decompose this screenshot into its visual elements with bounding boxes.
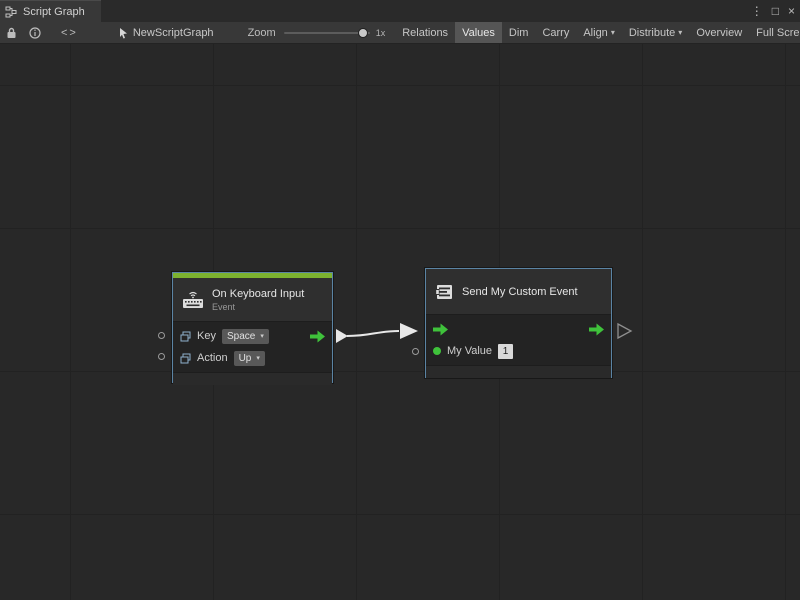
- maximize-icon[interactable]: □: [772, 0, 779, 22]
- tab-script-graph[interactable]: Script Graph: [0, 0, 101, 22]
- key-port-row: Key Space ▾: [173, 325, 332, 347]
- graph-pointer-icon: [118, 27, 129, 39]
- menu-icon[interactable]: ⋮: [751, 0, 763, 22]
- node-body: Key Space ▾: [173, 322, 332, 372]
- caret-down-icon: ▾: [678, 28, 682, 37]
- code-icon[interactable]: <>: [55, 22, 84, 44]
- caret-down-icon: ▾: [256, 354, 260, 362]
- tab-title: Script Graph: [23, 6, 85, 18]
- graph-canvas[interactable]: On Keyboard Input Event Key Space ▾: [0, 44, 800, 600]
- graph-toolbar: <> NewScriptGraph Zoom 1x Relations Valu…: [0, 22, 800, 44]
- flow-port-row: [426, 318, 611, 340]
- flow-input-port[interactable]: [433, 323, 448, 336]
- relations-button[interactable]: Relations: [395, 22, 455, 44]
- value-input-port[interactable]: [433, 347, 441, 355]
- key-port-label: Key: [197, 330, 216, 342]
- window-controls: ⋮ □ ×: [751, 0, 795, 22]
- key-dropdown[interactable]: Space ▾: [222, 329, 269, 344]
- flow-output-port[interactable]: [310, 330, 325, 343]
- zoom-label: Zoom: [248, 27, 276, 39]
- my-value-label: My Value: [447, 345, 492, 357]
- fullscreen-button[interactable]: Full Screen: [749, 22, 800, 44]
- node-body: My Value 1: [426, 315, 611, 365]
- script-graph-window: Script Graph ⋮ □ × <>: [0, 0, 800, 600]
- action-port-label: Action: [197, 352, 228, 364]
- drag-output-triangle-icon: [618, 324, 631, 338]
- action-port-row: Action Up ▾: [173, 347, 332, 369]
- value-port-icon: [180, 353, 191, 364]
- lock-icon[interactable]: [0, 22, 23, 44]
- zoom-slider-knob[interactable]: [358, 28, 368, 38]
- node-header[interactable]: Send My Custom Event: [426, 269, 611, 315]
- carry-button[interactable]: Carry: [535, 22, 576, 44]
- caret-down-icon: ▾: [260, 332, 264, 340]
- dim-button[interactable]: Dim: [502, 22, 536, 44]
- graph-name-label: NewScriptGraph: [133, 27, 214, 39]
- node-title: On Keyboard Input: [212, 288, 304, 300]
- custom-event-icon: [435, 283, 454, 301]
- distribute-dropdown-button[interactable]: Distribute ▾: [622, 22, 689, 44]
- node-subtitle: Event: [212, 302, 304, 312]
- close-icon[interactable]: ×: [788, 0, 795, 22]
- caret-down-icon: ▾: [611, 28, 615, 37]
- my-value-port-row: My Value 1: [426, 340, 611, 362]
- overview-button[interactable]: Overview: [689, 22, 749, 44]
- action-dropdown[interactable]: Up ▾: [234, 351, 265, 366]
- zoom-value: 1x: [376, 28, 386, 38]
- value-port-icon: [180, 331, 191, 342]
- zoom-control: Zoom 1x: [248, 27, 386, 39]
- script-graph-icon: [5, 6, 17, 18]
- node-send-my-custom-event[interactable]: Send My Custom Event: [425, 268, 612, 378]
- toolbar-buttons: Relations Values Dim Carry Align ▾ Distr…: [395, 22, 800, 44]
- connection-wire: [0, 44, 800, 600]
- graph-breadcrumb[interactable]: NewScriptGraph: [118, 27, 214, 39]
- action-input-port-circle[interactable]: [158, 353, 165, 360]
- key-input-port-circle[interactable]: [158, 332, 165, 339]
- node-footer: [173, 372, 332, 385]
- window-titlebar: Script Graph ⋮ □ ×: [0, 0, 800, 22]
- info-icon[interactable]: [23, 22, 47, 44]
- keyboard-icon: [182, 290, 204, 309]
- my-value-input-port-circle[interactable]: [412, 348, 419, 355]
- flow-output-port[interactable]: [589, 323, 604, 336]
- node-footer: [426, 365, 611, 378]
- node-header[interactable]: On Keyboard Input Event: [173, 278, 332, 322]
- node-title: Send My Custom Event: [462, 286, 578, 298]
- zoom-slider[interactable]: [284, 32, 370, 34]
- values-button[interactable]: Values: [455, 22, 502, 44]
- node-on-keyboard-input[interactable]: On Keyboard Input Event Key Space ▾: [172, 272, 333, 383]
- my-value-input[interactable]: 1: [498, 344, 513, 359]
- align-dropdown-button[interactable]: Align ▾: [576, 22, 621, 44]
